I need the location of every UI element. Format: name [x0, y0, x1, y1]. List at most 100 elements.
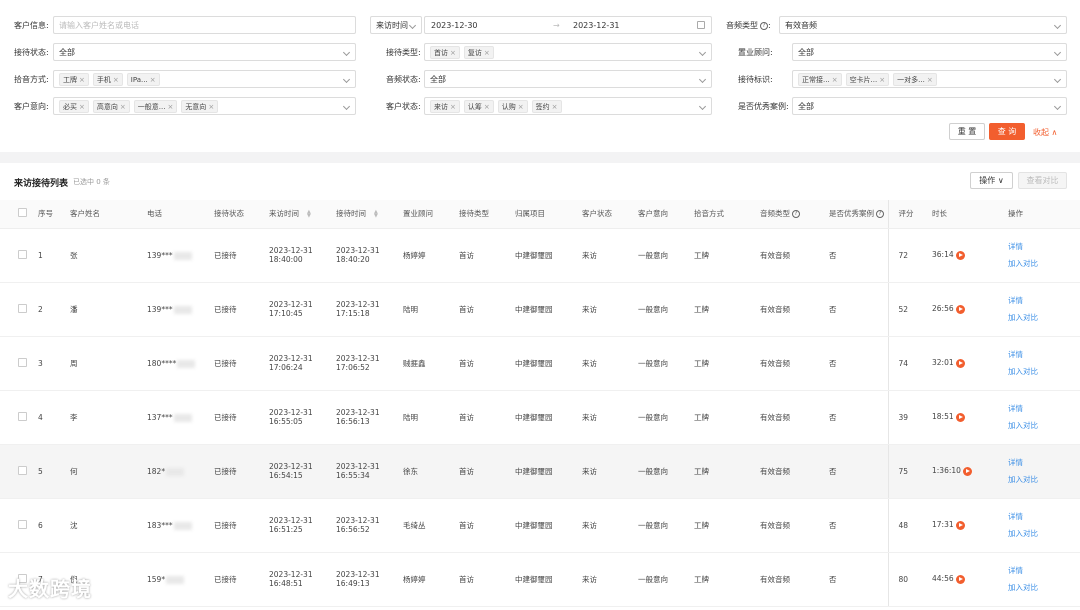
reception-status-select[interactable]: 全部 [53, 43, 356, 61]
play-icon[interactable] [955, 304, 965, 314]
visit-time-select[interactable]: 来访时间 [370, 16, 422, 34]
chevron-down-icon [1053, 21, 1062, 30]
table-row: 5 何 182* 已接待 2023-12-31 16:54:15 2023-12-31 16:… [0, 444, 1080, 499]
row-checkbox[interactable] [18, 303, 27, 313]
tag-normal-intent[interactable]: 一般意... × [133, 99, 178, 113]
cell-consultant: 陆明 [403, 282, 459, 337]
cell-reception-time: 2023-12-31 18:40:20 [336, 228, 403, 283]
masked-phone [173, 413, 192, 422]
cell-status: 已接待 [214, 444, 269, 499]
tag-subscribe-intent[interactable]: 认筹 × [463, 99, 494, 113]
col-reception-time[interactable]: 接待时间 ▲ ▼ [336, 200, 403, 229]
audio-type-label: 音频类型?: [726, 21, 771, 30]
sort-icon[interactable]: ▲ ▼ [307, 210, 311, 219]
row-checkbox[interactable] [18, 249, 27, 259]
cell-excellent: 否 [829, 444, 888, 499]
operations-dropdown-button[interactable]: 操作 ∨ [970, 172, 1013, 189]
visit-date-end: 2023-12-31 [573, 20, 620, 30]
customer-intent-select[interactable]: 必买 × 高意向 × 一般意... × 无意向 × [53, 97, 356, 115]
col-type: 接待类型 [459, 200, 515, 229]
sort-icon[interactable]: ▲ ▼ [374, 210, 378, 219]
play-icon[interactable] [955, 520, 965, 530]
row-checkbox[interactable] [18, 519, 27, 529]
tag-visit[interactable]: 来访 × [430, 99, 460, 113]
reception-mark-select[interactable]: 正常接... × 空卡片... × 一对多... × [792, 70, 1067, 88]
tag-subscribe[interactable]: 认购 × [497, 99, 528, 113]
cell-type: 首访 [459, 282, 515, 337]
reception-mark-label: 接待标识: [738, 75, 773, 84]
cell-duration: 44:56 [932, 552, 998, 607]
tag-high-intent[interactable]: 高意向 × [92, 99, 130, 113]
tag-ipad[interactable]: IPa... × [126, 72, 160, 86]
tag-no-intent[interactable]: 无意向 × [181, 99, 219, 113]
cell-visit-time: 2023-12-31 17:06:24 [269, 336, 336, 391]
detail-link[interactable]: 详情 [1008, 346, 1080, 363]
selected-count: 已选中 0 条 [73, 178, 110, 186]
add-compare-link[interactable]: 加入对比 [1008, 363, 1080, 380]
tag-one-to-many[interactable]: 一对多... × [893, 72, 937, 86]
reception-status-label: 接待状态: [14, 48, 49, 57]
row-checkbox[interactable] [18, 411, 27, 421]
reset-button[interactable]: 重 置 [949, 123, 985, 140]
row-checkbox[interactable] [18, 357, 27, 367]
customer-info-input[interactable]: 请输入客户姓名或电话 [53, 16, 356, 34]
add-compare-link[interactable]: 加入对比 [1008, 255, 1080, 272]
tag-revisit[interactable]: 复访 × [463, 45, 494, 59]
play-icon[interactable] [955, 250, 965, 260]
filter-panel: 客户信息: 请输入客户姓名或电话 来访时间 2023-12-30 → 2023-… [0, 0, 1080, 152]
chevron-down-icon [342, 102, 351, 111]
cell-type: 首访 [459, 498, 515, 553]
table-row: 3 周 180**** 已接待 2023-12-31 17:06:24 2023-12-31… [0, 336, 1080, 391]
cell-customer-status: 来访 [582, 228, 638, 283]
detail-link[interactable]: 详情 [1008, 400, 1080, 417]
tag-badge[interactable]: 工牌 × [59, 72, 89, 86]
detail-link[interactable]: 详情 [1008, 508, 1080, 525]
col-visit-time[interactable]: 来访时间 ▲ ▼ [269, 200, 336, 229]
excellent-case-value: 全部 [798, 101, 814, 111]
customer-status-select[interactable]: 来访 × 认筹 × 认购 × 签约 × [424, 97, 712, 115]
reception-type-select[interactable]: 首访 × 复访 × [424, 43, 712, 61]
add-compare-link[interactable]: 加入对比 [1008, 417, 1080, 434]
tag-phone[interactable]: 手机 × [92, 72, 123, 86]
tag-empty-card[interactable]: 空卡片... × [845, 72, 890, 86]
query-button[interactable]: 查 询 [989, 123, 1025, 140]
cell-customer-status: 来访 [582, 282, 638, 337]
detail-link[interactable]: 详情 [1008, 238, 1080, 255]
cell-phone: 137*** [147, 390, 214, 445]
cell-project: 中建御璽园 [515, 282, 582, 337]
tag-signed[interactable]: 签约 × [531, 99, 562, 113]
cell-duration: 18:51 [932, 390, 998, 445]
add-compare-link[interactable]: 加入对比 [1008, 525, 1080, 542]
cell-consultant: 贼捱鑫 [403, 336, 459, 391]
consultant-value: 全部 [798, 47, 814, 57]
pickup-method-select[interactable]: 工牌 × 手机 × IPa... × [53, 70, 356, 88]
cell-phone: 159* [147, 552, 214, 607]
cell-status: 已接待 [214, 390, 269, 445]
select-all-checkbox[interactable] [18, 208, 27, 218]
excellent-case-select[interactable]: 全部 [792, 97, 1067, 115]
play-icon[interactable] [955, 412, 965, 422]
cell-score: 74 [887, 336, 932, 391]
add-compare-link[interactable]: 加入对比 [1008, 309, 1080, 326]
tag-normal[interactable]: 正常接... × [798, 72, 842, 86]
tag-must-buy[interactable]: 必买 × [59, 99, 89, 113]
detail-link[interactable]: 详情 [1008, 454, 1080, 471]
add-compare-link[interactable]: 加入对比 [1008, 471, 1080, 488]
add-compare-link[interactable]: 加入对比 [1008, 579, 1080, 596]
audio-type-select[interactable]: 有效音频 [779, 16, 1067, 34]
collapse-link[interactable]: 收起 ∧ [1033, 127, 1057, 138]
consultant-select[interactable]: 全部 [792, 43, 1067, 61]
play-icon[interactable] [955, 358, 965, 368]
play-icon[interactable] [955, 574, 965, 584]
visit-date-range[interactable]: 2023-12-30 → 2023-12-31 [424, 16, 712, 34]
audio-status-select[interactable]: 全部 [424, 70, 712, 88]
question-icon: ? [760, 21, 768, 30]
cell-pickup: 工牌 [694, 498, 760, 553]
play-icon[interactable] [962, 466, 972, 476]
tag-first-visit[interactable]: 首访 × [430, 45, 460, 59]
detail-link[interactable]: 详情 [1008, 562, 1080, 579]
row-checkbox[interactable] [18, 465, 27, 475]
cell-customer-status: 来访 [582, 498, 638, 553]
detail-link[interactable]: 详情 [1008, 292, 1080, 309]
view-compare-button[interactable]: 查看对比 [1018, 172, 1067, 189]
